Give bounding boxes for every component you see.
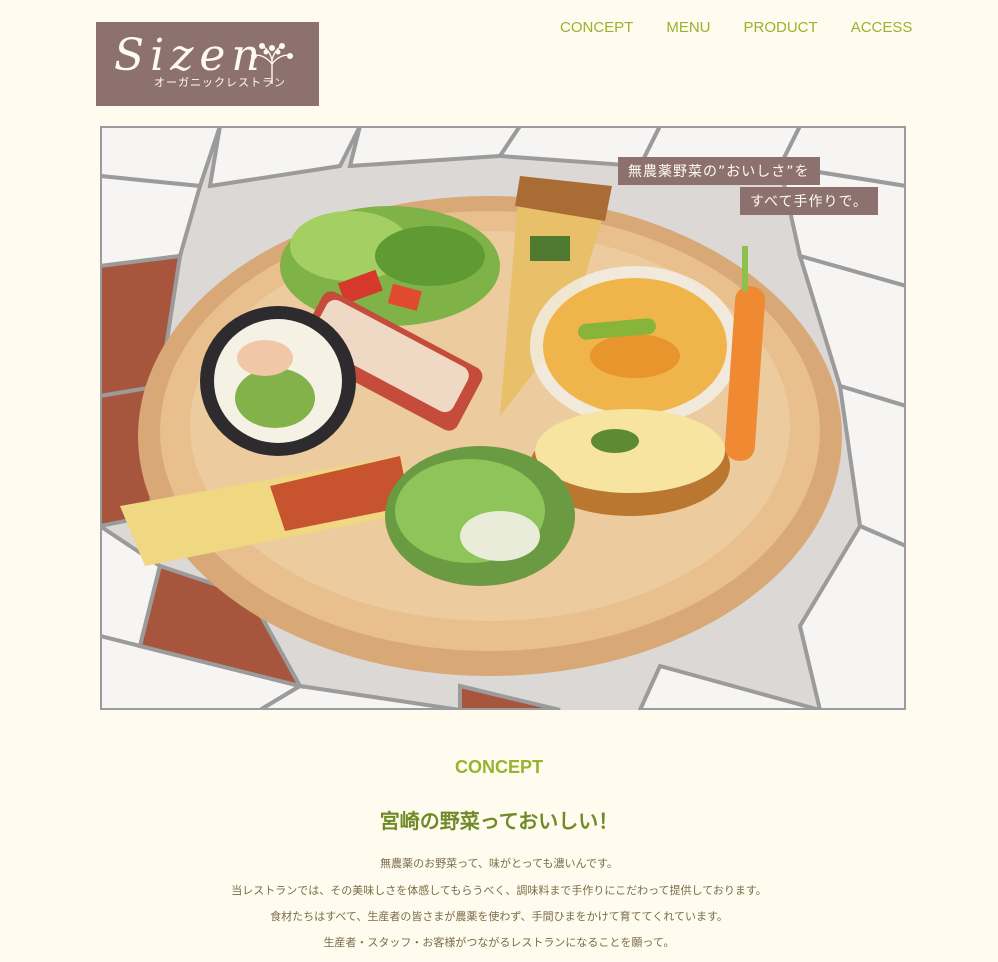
hero-image: 無農薬野菜の”おいしさ”を すべて手作りで。 bbox=[100, 126, 906, 710]
concept-title: 宮崎の野菜っておいしい！ bbox=[379, 809, 619, 833]
main-nav: CONCEPT MENU PRODUCT ACCESS bbox=[560, 19, 912, 36]
hero-caption-line2: すべて手作りで。 bbox=[740, 187, 878, 215]
nav-access[interactable]: ACCESS bbox=[851, 19, 913, 36]
concept-paragraph: 当レストランでは、その美味しさを体感してもらうべく、調味料まで手作りにこだわって… bbox=[231, 884, 767, 897]
section-heading-concept: CONCEPT bbox=[454, 757, 543, 777]
concept-paragraph: 無農薬のお野菜って、味がとっても濃いんです。 bbox=[380, 857, 618, 870]
nav-menu[interactable]: MENU bbox=[666, 19, 710, 36]
hero-caption-line1: 無農薬野菜の”おいしさ”を bbox=[618, 157, 820, 185]
concept-paragraph: 生産者・スタッフ・お客様がつながるレストランになることを願って。 bbox=[323, 936, 675, 949]
nav-concept[interactable]: CONCEPT bbox=[560, 19, 633, 36]
site-logo[interactable]: Sizen オーガニックレストラン bbox=[96, 22, 319, 106]
concept-paragraph: 食材たちはすべて、生産者の皆さまが農薬を使わず、手間ひまをかけて育ててくれていま… bbox=[270, 910, 728, 923]
nav-product[interactable]: PRODUCT bbox=[744, 19, 818, 36]
tree-icon bbox=[251, 43, 293, 84]
